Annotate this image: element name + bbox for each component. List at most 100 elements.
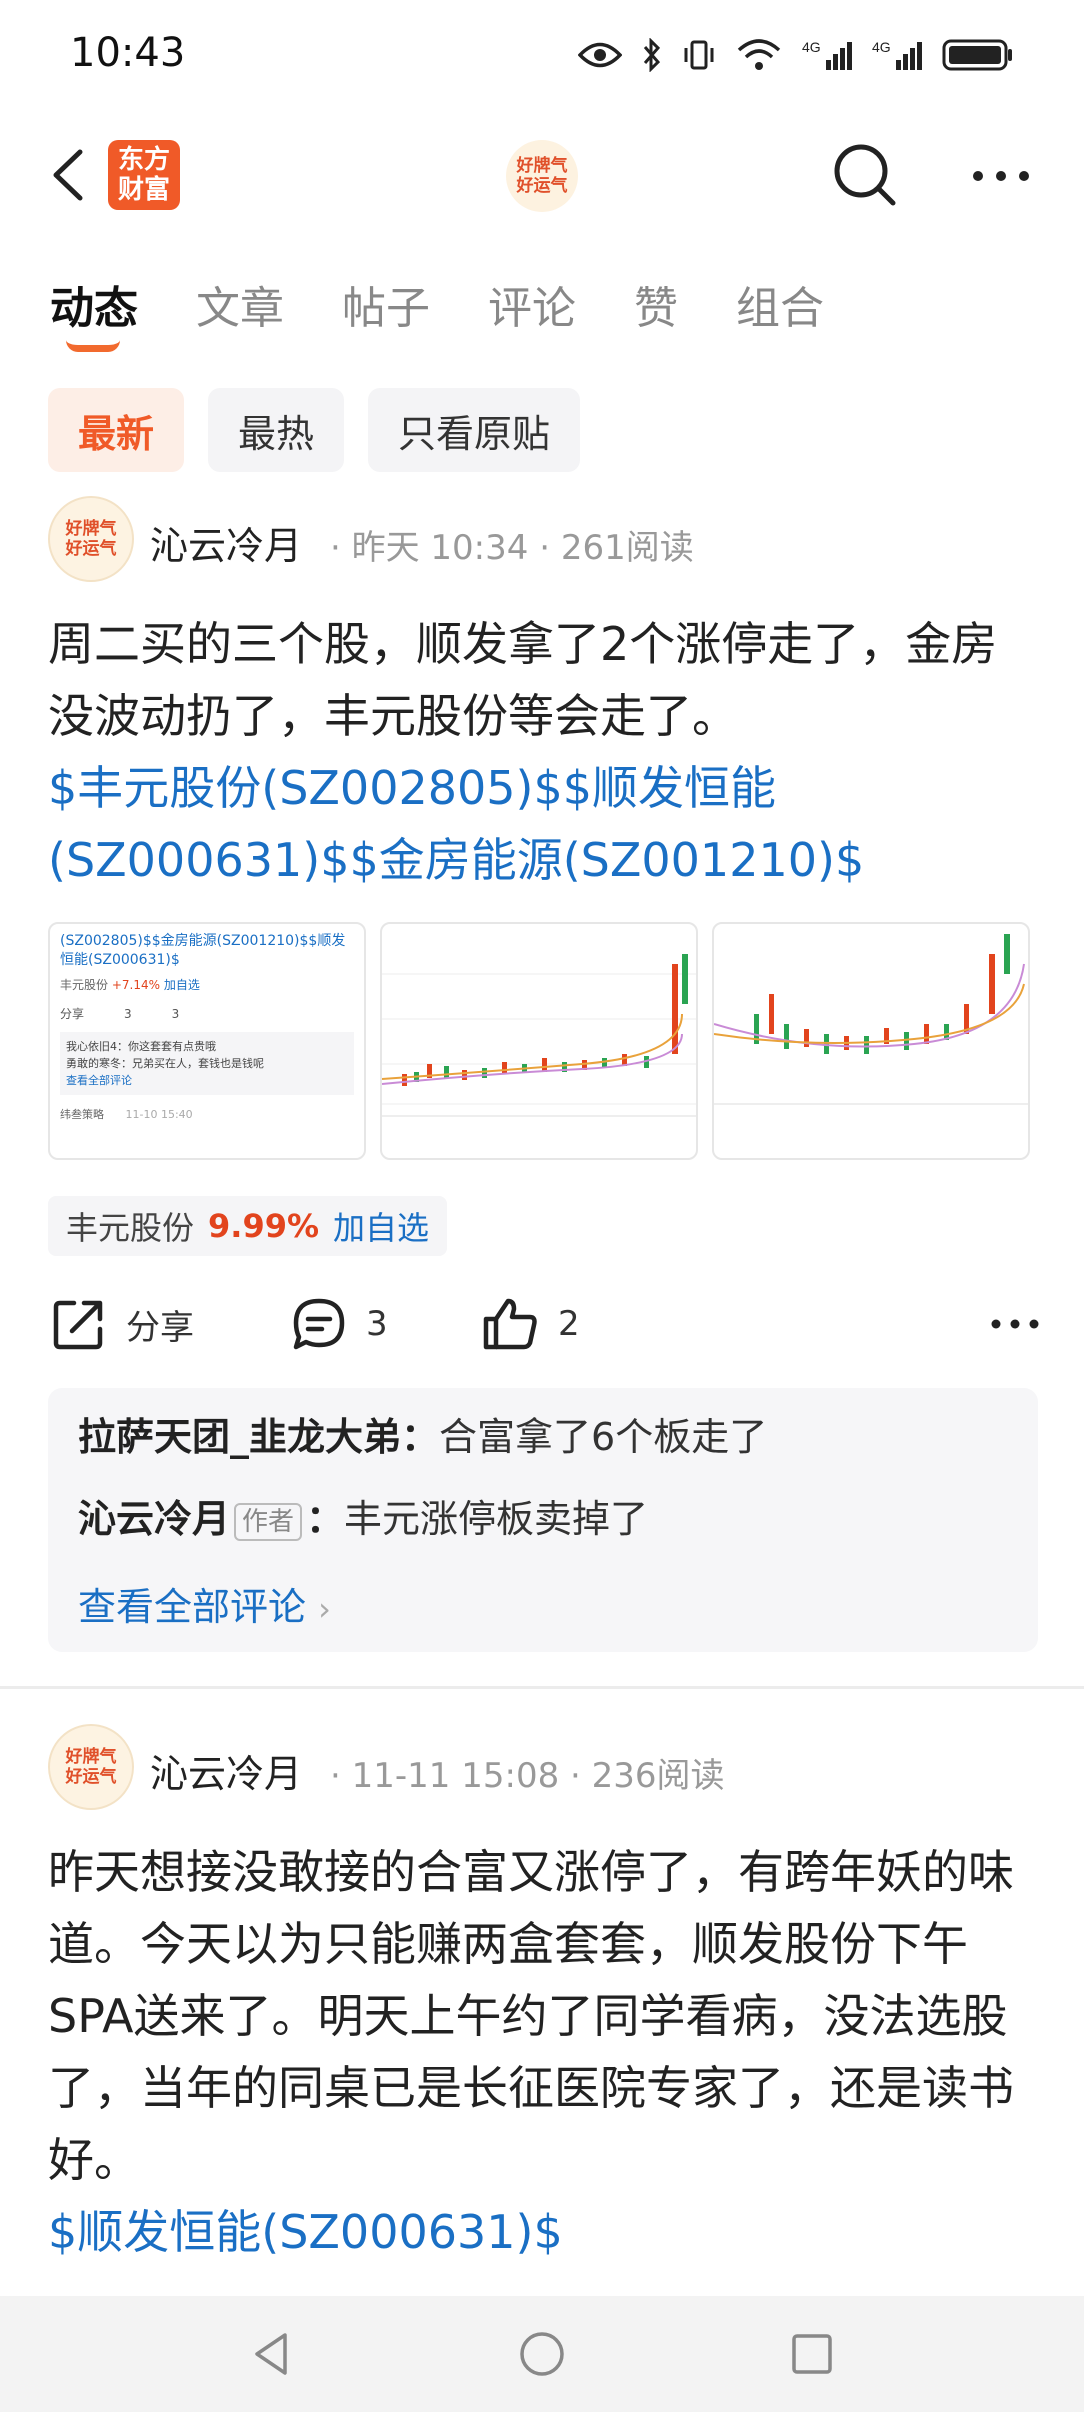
comment-item[interactable]: 沁云冷月 作者 ：丰元涨停板卖掉了	[78, 1494, 1008, 1544]
avatar-text: 好牌气 好运气	[66, 1747, 117, 1787]
eye-icon	[578, 40, 622, 70]
chevron-left-icon	[53, 149, 83, 201]
candlestick-chart-image	[714, 934, 1028, 1105]
tab-comments[interactable]: 评论	[488, 272, 576, 336]
thumb-comment-count: 3	[124, 1007, 132, 1021]
avatar-line2: 好运气	[65, 539, 117, 559]
chevron-right-icon: ›	[318, 1590, 331, 1628]
comment-count: 3	[366, 1304, 388, 1344]
filter-latest[interactable]: 最新	[48, 388, 185, 472]
nav-recents-icon[interactable]	[787, 2329, 837, 2379]
active-tab-indicator	[66, 340, 120, 352]
nav-home-icon[interactable]	[517, 2329, 567, 2379]
filter-original-only[interactable]: 只看原贴	[368, 388, 581, 472]
avatar[interactable]: 好牌气 好运气	[48, 1724, 134, 1810]
avatar-line1: 好牌气	[516, 156, 568, 176]
post-body[interactable]: 昨天想接没敢接的合富又涨停了，有跨年妖的味道。今天以为只能赚两盒套套，顺发股份下…	[48, 1836, 1038, 2268]
comment-user[interactable]: 沁云冷月	[78, 1497, 230, 1541]
post-more-button[interactable]	[990, 1314, 1040, 1334]
bluetooth-icon	[642, 38, 662, 72]
avatar-line2: 好运气	[516, 176, 568, 196]
nav-back-icon[interactable]	[247, 2329, 297, 2379]
thumb-like-count: 3	[171, 1007, 180, 1021]
tab-posts[interactable]: 帖子	[342, 272, 430, 336]
thumb-text-line2: 恒能(SZ000631)$	[60, 952, 180, 968]
filter-hot[interactable]: 最热	[208, 388, 345, 472]
avatar[interactable]: 好牌气 好运气	[48, 496, 134, 582]
tab-dynamic[interactable]: 动态	[50, 272, 138, 336]
share-label: 分享	[126, 1307, 194, 1348]
avatar-line1: 好牌气	[65, 1747, 117, 1767]
signal-4g-icon-2: 4G	[872, 38, 922, 72]
comment-preview[interactable]: 拉萨天团_韭龙大弟：合富拿了6个板走了 沁云冷月 作者 ：丰元涨停板卖掉了 查看全部…	[48, 1388, 1038, 1652]
thumb-add: 加自选	[163, 978, 200, 992]
view-all-comments-link[interactable]: 查看全部评论 ›	[78, 1576, 1008, 1631]
post-author[interactable]: 沁云冷月	[150, 1743, 302, 1798]
author-badge: 作者	[234, 1502, 303, 1541]
candlestick-chart-image	[382, 954, 696, 1117]
system-navigation-bar	[0, 2296, 1084, 2412]
comment-button[interactable]: 3	[290, 1295, 480, 1353]
wifi-icon	[736, 38, 782, 72]
thumb-reply-2: 勇敢的寒冬：兄弟买在人，套钱也是钱呢	[66, 1057, 264, 1070]
post-image-1[interactable]: (SZ002805)$$金房能源(SZ001210)$$顺发 恒能(SZ0006…	[48, 922, 366, 1160]
post-body[interactable]: 周二买的三个股，顺发拿了2个涨停走了，金房没波动扔了，丰元股份等会走了。 $丰元…	[48, 608, 1038, 896]
signal-4g-icon: 4G	[802, 38, 852, 72]
comment-item[interactable]: 拉萨天团_韭龙大弟：合富拿了6个板走了	[78, 1412, 1008, 1462]
thumb-reply-1: 我心依旧4：你这套套有点贵哦	[66, 1040, 216, 1053]
comment-user[interactable]: 拉萨天团_韭龙大弟	[78, 1415, 401, 1459]
app-logo-line2: 财富	[117, 175, 170, 205]
stock-links[interactable]: $顺发恒能(SZ000631)$	[48, 2205, 563, 2259]
thumb-share: 分享	[60, 1007, 85, 1021]
thumb-view-all: 查看全部评论	[66, 1074, 132, 1087]
svg-text:4G: 4G	[872, 39, 891, 55]
thumb-footer: 纬叁策略	[60, 1108, 104, 1121]
comment-icon	[293, 1298, 345, 1350]
status-time: 10:43	[70, 30, 186, 76]
stock-tag-change: 9.99%	[208, 1207, 320, 1245]
share-icon	[53, 1300, 103, 1350]
user-avatar-header[interactable]: 好牌气 好运气	[506, 140, 578, 212]
app-logo-line1: 东方	[117, 145, 170, 175]
search-button[interactable]	[830, 140, 900, 210]
avatar-line1: 好牌气	[65, 519, 117, 539]
avatar-line2: 好运气	[65, 1767, 117, 1787]
stock-tag[interactable]: 丰元股份 9.99% 加自选	[48, 1196, 448, 1256]
post-images: (SZ002805)$$金房能源(SZ001210)$$顺发 恒能(SZ0006…	[48, 922, 1030, 1160]
view-all-label: 查看全部评论	[78, 1585, 307, 1629]
post-author[interactable]: 沁云冷月	[150, 515, 302, 570]
thumb-pct: +7.14%	[111, 978, 161, 992]
comment-text: 合富拿了6个板走了	[439, 1415, 768, 1459]
post-actions: 分享 3 2	[50, 1292, 1040, 1356]
profile-tabs: 动态 文章 帖子 评论 赞 组合	[50, 272, 882, 336]
search-icon	[834, 144, 896, 206]
avatar-text: 好牌气 好运气	[517, 156, 568, 196]
add-watchlist-button[interactable]: 加自选	[333, 1203, 429, 1249]
tab-portfolios[interactable]: 组合	[736, 272, 824, 336]
battery-icon	[942, 38, 1014, 72]
more-dots-icon	[991, 1319, 1039, 1329]
like-button[interactable]: 2	[480, 1295, 950, 1353]
thumb-stock: 丰元股份	[60, 978, 109, 992]
post-meta: · 11-11 15:08 · 236阅读	[330, 1756, 725, 1796]
post-text: 昨天想接没敢接的合富又涨停了，有跨年妖的味道。今天以为只能赚两盒套套，顺发股份下…	[48, 1845, 1014, 2187]
post-image-2[interactable]	[380, 922, 698, 1160]
more-button[interactable]	[966, 156, 1036, 196]
app-logo[interactable]: 东方 财富	[108, 140, 180, 210]
filter-chips: 最新 最热 只看原贴	[48, 388, 581, 472]
post-meta: · 昨天 10:34 · 261阅读	[330, 528, 694, 568]
thumbs-up-icon	[483, 1298, 537, 1350]
post-image-3[interactable]	[712, 922, 1030, 1160]
tab-likes[interactable]: 赞	[634, 272, 678, 336]
avatar-text: 好牌气 好运气	[66, 519, 117, 559]
share-button[interactable]: 分享	[50, 1295, 290, 1353]
stock-tag-name: 丰元股份	[66, 1209, 195, 1247]
like-count: 2	[558, 1304, 580, 1344]
vibrate-icon	[682, 38, 716, 72]
tab-articles[interactable]: 文章	[196, 272, 284, 336]
svg-text:4G: 4G	[802, 39, 821, 55]
thumb-text-line1: (SZ002805)$$金房能源(SZ001210)$$顺发	[60, 933, 346, 949]
back-button[interactable]	[44, 140, 94, 210]
status-icons: 4G 4G	[578, 30, 1014, 80]
stock-links[interactable]: $丰元股份(SZ002805)$$顺发恒能(SZ000631)$$金房能源(SZ…	[48, 761, 864, 887]
